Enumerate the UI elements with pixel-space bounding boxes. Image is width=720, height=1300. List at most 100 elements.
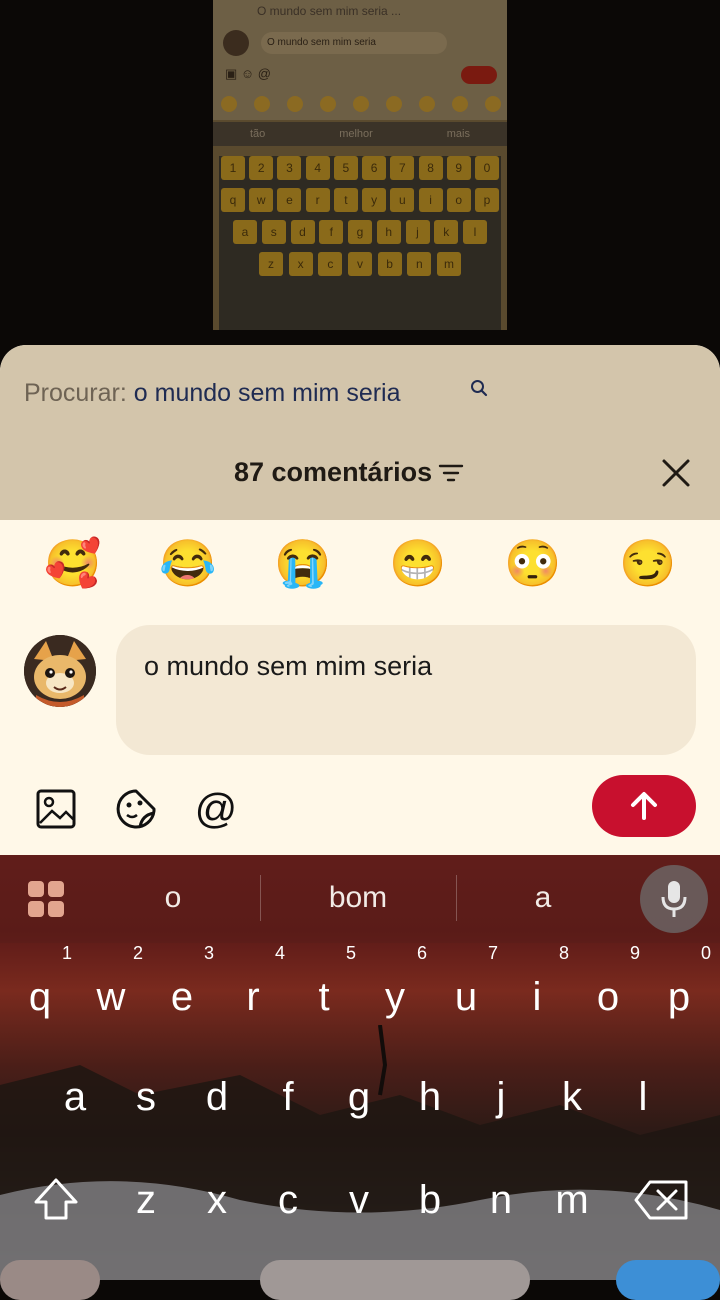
video-emoji-row [221,96,501,112]
key-e[interactable]: e3 [152,943,214,1037]
key-s[interactable]: s [116,1057,176,1137]
key-number-hint: 3 [203,943,214,963]
video-key: z [259,252,283,276]
key-f[interactable]: f [258,1057,318,1137]
video-key: o [446,188,471,212]
video-key: 8 [418,156,443,180]
emoji-smiling-hearts[interactable]: 🥰 [44,535,101,591]
sort-icon[interactable] [438,462,464,484]
background-video-frame: O mundo sem mim seria ... O mundo sem mi… [213,0,507,330]
key-u[interactable]: u7 [436,943,498,1037]
key-c[interactable]: c [258,1160,318,1240]
emoji-crying[interactable]: 😭 [274,535,331,591]
video-key: h [376,220,401,244]
video-key: k [434,220,459,244]
key-p[interactable]: p0 [649,943,711,1037]
image-icon[interactable] [34,787,78,831]
voice-input-button[interactable] [640,865,708,933]
close-button[interactable] [658,455,694,491]
key-w[interactable]: w2 [81,943,143,1037]
emoji-tears-of-joy[interactable]: 😂 [159,535,216,591]
key-g[interactable]: g [329,1057,389,1137]
backspace-key-icon[interactable] [632,1170,692,1230]
key-t[interactable]: t5 [294,943,356,1037]
comment-count-row[interactable]: 87 comentários [234,457,464,488]
comments-header: Procurar: o mundo sem mim seria 87 comen… [0,345,720,520]
search-term[interactable]: o mundo sem mim seria [134,379,401,407]
video-key: j [405,220,430,244]
key-r[interactable]: r4 [223,943,285,1037]
key-label: g [347,1075,371,1119]
video-key: 3 [277,156,302,180]
arrow-up-icon [631,792,657,820]
video-key: q [221,188,245,212]
video-key: b [377,252,402,276]
keyboard: o bom a q1w2e3r4t5y6u7i8o9p0 asdfghjkl z… [0,855,720,1280]
video-key: l [463,220,487,244]
key-h[interactable]: h [400,1057,460,1137]
video-key: p [474,188,499,212]
suggestion-1[interactable]: o [150,881,196,915]
search-icon[interactable] [470,379,488,397]
key-number-hint: 6 [416,943,427,963]
avatar[interactable] [24,635,96,707]
video-key: a [233,220,257,244]
comments-sheet: Procurar: o mundo sem mim seria 87 comen… [0,345,720,855]
key-a[interactable]: a [45,1057,105,1137]
key-label: v [349,1178,369,1222]
enter-key[interactable] [616,1260,720,1300]
key-n[interactable]: n [471,1160,531,1240]
video-tool-icons: ▣ ☺ @ [225,66,271,81]
key-x[interactable]: x [187,1160,247,1240]
key-label: u [454,975,478,1019]
key-b[interactable]: b [400,1160,460,1240]
comment-input[interactable]: o mundo sem mim seria [116,625,696,755]
key-label: x [207,1178,227,1222]
video-avatar [223,30,249,56]
apps-grid-icon[interactable] [26,879,66,919]
key-z[interactable]: z [116,1160,176,1240]
key-v[interactable]: v [329,1160,389,1240]
key-label: c [278,1178,298,1222]
mention-icon[interactable]: @ [194,787,238,831]
video-send-button [461,66,497,84]
emoji-smirking[interactable]: 😏 [619,535,676,591]
space-bar[interactable] [260,1260,530,1300]
emoji-flushed[interactable]: 😳 [504,535,561,591]
key-label: k [562,1075,582,1119]
video-input: O mundo sem mim seria [261,32,447,54]
key-number-hint: 2 [132,943,143,963]
key-label: m [555,1178,589,1222]
key-l[interactable]: l [613,1057,673,1137]
key-y[interactable]: y6 [365,943,427,1037]
video-key: 7 [390,156,415,180]
quick-emoji-bar: 🥰 😂 😭 😁 😳 😏 [0,535,720,605]
video-key: f [319,220,344,244]
video-key: v [347,252,372,276]
shift-key-icon[interactable] [26,1170,86,1230]
search-row[interactable]: Procurar: o mundo sem mim seria [24,379,401,408]
video-key: u [390,188,415,212]
video-suggestion: melhor [339,128,373,140]
video-key: g [348,220,372,244]
key-j[interactable]: j [471,1057,531,1137]
suggestion-2[interactable]: bom [312,881,404,915]
key-label: n [489,1178,513,1222]
sticker-icon[interactable] [114,787,158,831]
video-key: 5 [333,156,358,180]
emoji-grinning[interactable]: 😁 [389,535,446,591]
video-key: t [333,188,358,212]
key-k[interactable]: k [542,1057,602,1137]
microphone-icon [661,881,687,917]
key-i[interactable]: i8 [507,943,569,1037]
send-button[interactable] [592,775,696,837]
bottom-key-left[interactable] [0,1260,100,1300]
key-d[interactable]: d [187,1057,247,1137]
key-m[interactable]: m [542,1160,602,1240]
suggestion-3[interactable]: a [520,881,566,915]
key-o[interactable]: o9 [578,943,640,1037]
key-number-hint: 7 [487,943,498,963]
video-key: 9 [446,156,471,180]
key-q[interactable]: q1 [10,943,72,1037]
key-label: l [638,1075,648,1119]
